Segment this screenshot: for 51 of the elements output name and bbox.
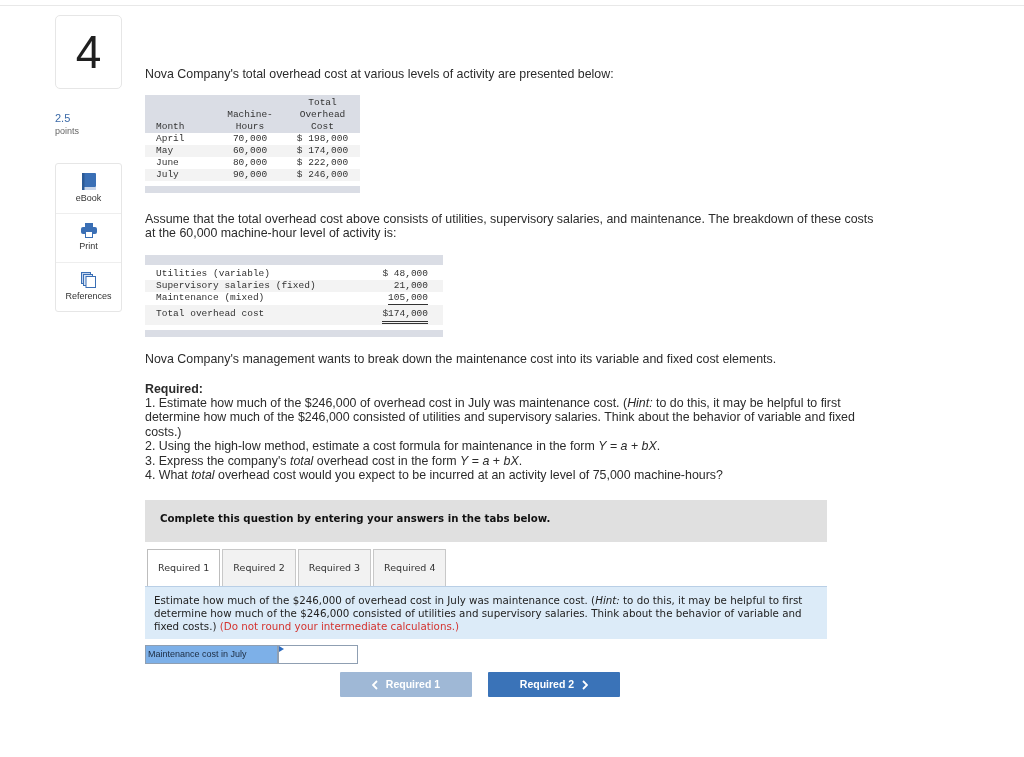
table-cell: 80,000: [232, 157, 268, 168]
requirement-text: 4. What total overhead cost would you expect to be incurred at an activity level of 75,000 machine-hours?: [145, 468, 724, 483]
answer-input[interactable]: [278, 645, 358, 665]
tool-button[interactable]: References: [56, 262, 121, 311]
required-heading: Required:: [145, 382, 204, 396]
table-cell: $ 246,000: [296, 169, 349, 180]
table-cell: Utilities (variable): [156, 268, 271, 280]
paragraph-text: Nova Company's management wants to break down the maintenance cost into its variable and fixed cost elements.: [145, 352, 778, 366]
table-cell: 60,000: [232, 145, 268, 156]
column-header: Total Overhead Cost: [299, 97, 346, 133]
tool-button[interactable]: Print: [56, 213, 121, 262]
answer-label: Maintenance cost in July: [145, 645, 278, 665]
book-icon: [81, 173, 96, 190]
table-cell: $174,000: [382, 307, 428, 324]
requirement-text: 3. Express the company's total overhead cost in the form Y = a + bX.: [145, 453, 524, 469]
table-cell: $ 174,000: [296, 145, 349, 156]
prompt-text: Estimate how much of the $246,000 of overhead cost in July was maintenance cost. (Hint: to do this, it may be helpful to first determine how much of the $246,000 consisted of utilities and supervisory salaries. Think about the behavior of variable and fixed costs.) (Do not round your intermediate calculations.): [145, 586, 827, 640]
table-cell: $ 198,000: [296, 133, 349, 144]
table-cell: April: [156, 133, 185, 144]
instruction-banner: Complete this question by entering your answers in the tabs below.: [145, 500, 827, 543]
table-cell: May: [156, 145, 174, 156]
table-cell: 90,000: [232, 169, 268, 180]
table-cell-text: Total overhead cost: [156, 307, 265, 321]
next-button[interactable]: Required 2: [488, 672, 620, 698]
table-cell: 70,000: [232, 133, 268, 144]
table-cell: $ 222,000: [296, 157, 349, 168]
points-value: 2.5: [55, 111, 72, 125]
table-cell: June: [156, 157, 179, 168]
column-header: Machine-Hours: [226, 109, 274, 133]
table-cell: 21,000: [393, 280, 428, 292]
corner-marker-icon: [279, 646, 284, 653]
table-cell: Maintenance (mixed): [156, 292, 265, 305]
table-cell: $ 48,000: [382, 268, 428, 280]
table-cell: July: [156, 169, 179, 180]
printer-icon: [80, 223, 97, 238]
tool-button[interactable]: eBook: [56, 164, 121, 213]
requirement-text: 1. Estimate how much of the $246,000 of overhead cost in July was maintenance cost. (Hint: to do this, it may be helpful to first determine how much of the $246,000 consisted of utilities and supervisory salaries. Think about the behavior of variable and fixed costs.): [145, 396, 856, 440]
tab[interactable]: Required 2: [222, 549, 296, 587]
tab[interactable]: Required 3: [297, 549, 372, 587]
intro-text: Nova Company's total overhead cost at various levels of activity are presented below:: [145, 67, 615, 81]
tab[interactable]: Required 4: [373, 549, 447, 587]
table-cell: Supervisory salaries (fixed): [156, 280, 316, 292]
paragraph-text: Assume that the total overhead cost above consists of utilities, supervisory salaries, and maintenance. The breakdown of these costs at the 60,000 machine-hour level of activity is:: [145, 212, 875, 240]
points-label: points: [55, 125, 81, 137]
requirement-text: 2. Using the high-low method, estimate a cost formula for maintenance in the form Y = a + bX.: [145, 439, 662, 454]
question-number: 4: [55, 15, 122, 89]
column-header: Month: [156, 121, 186, 133]
pages-icon: [81, 272, 96, 288]
tab[interactable]: Required 1: [147, 549, 221, 587]
chevron-left-icon: [371, 679, 378, 690]
chevron-right-icon: [582, 679, 589, 690]
